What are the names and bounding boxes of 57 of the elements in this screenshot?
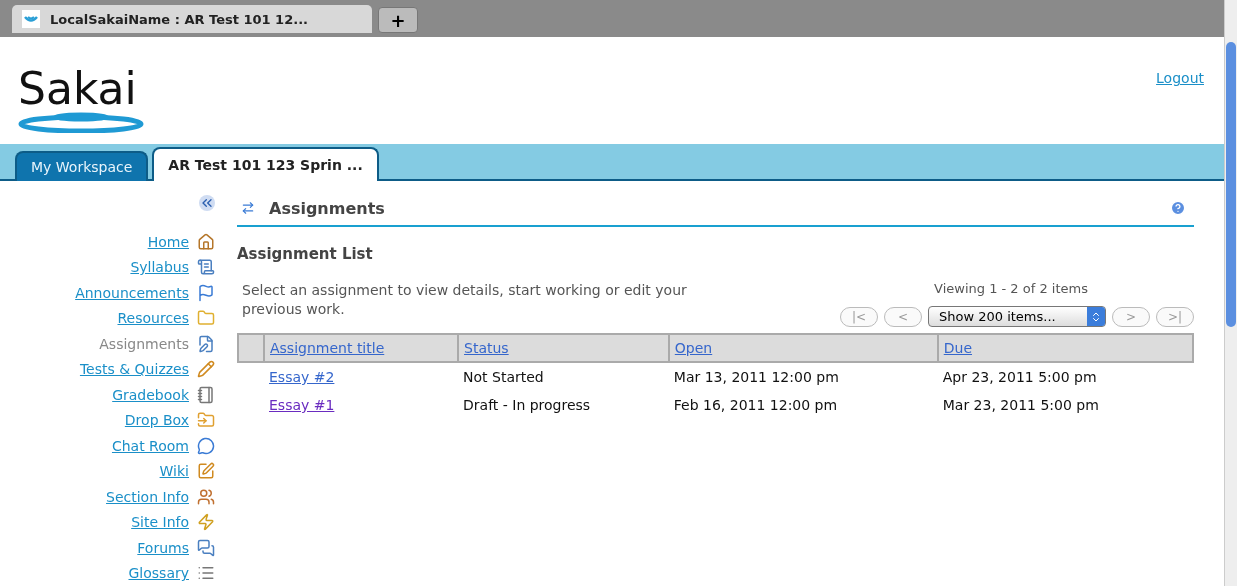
sidebar-link[interactable]: Tests & Quizzes xyxy=(79,356,189,382)
sidebar-link[interactable]: Drop Box xyxy=(124,407,189,433)
logo-icon xyxy=(22,10,40,29)
logout-link[interactable]: Logout xyxy=(1156,70,1204,144)
document-pencil-icon xyxy=(197,334,215,353)
previous-page-button[interactable]: < xyxy=(884,306,922,327)
tool-title: Assignments xyxy=(269,198,386,218)
sidebar-link[interactable]: Announcements xyxy=(75,280,189,306)
assignment-link[interactable]: Essay #2 xyxy=(269,369,335,385)
sidebar-link[interactable]: Wiki xyxy=(159,458,189,484)
table-cell: Mar 13, 2011 12:00 pm xyxy=(668,362,938,391)
column-header-link[interactable]: Open xyxy=(674,340,713,356)
site-tab[interactable]: AR Test 101 123 Sprin ... xyxy=(152,147,379,181)
ripple-icon xyxy=(18,111,144,134)
sidebar-link[interactable]: Glossary xyxy=(128,560,189,586)
instructions-text: Select an assignment to view details, start working or edit your previous work. xyxy=(242,281,688,319)
scrollbar[interactable] xyxy=(1224,0,1237,586)
sidebar-link[interactable]: Syllabus xyxy=(130,254,189,280)
logo-text: Sakai xyxy=(18,67,137,112)
last-page-button[interactable]: >| xyxy=(1156,306,1194,327)
column-header-link[interactable]: Due xyxy=(943,340,972,356)
new-tab-button[interactable]: + xyxy=(378,7,418,34)
list-title: Assignment List xyxy=(237,245,374,263)
sidebar-link[interactable]: Assignments xyxy=(99,331,189,357)
next-page-button[interactable]: > xyxy=(1112,306,1150,327)
house-icon xyxy=(197,232,215,251)
people-icon xyxy=(197,487,215,506)
sidebar-link[interactable]: Chat Room xyxy=(111,433,189,459)
scroll-icon xyxy=(197,258,215,277)
help-icon[interactable] xyxy=(1170,200,1186,216)
viewing-count: Viewing 1 - 2 of 2 items xyxy=(934,281,1088,296)
assignment-link[interactable]: Essay #1 xyxy=(269,397,335,413)
site-tab[interactable]: My Workspace xyxy=(15,151,149,181)
collapse-icon[interactable] xyxy=(199,195,215,211)
flag-icon xyxy=(197,283,215,302)
speech-bubbles-icon xyxy=(197,538,215,557)
table-cell: Not Started xyxy=(458,362,669,391)
browser-tab[interactable]: LocalSakaiName : AR Test 101 12... xyxy=(12,5,372,34)
swap-icon[interactable] xyxy=(241,201,255,215)
sidebar-link[interactable]: Home xyxy=(147,229,189,255)
pencil-icon xyxy=(197,360,215,379)
table-cell-text: Feb 16, 2011 12:00 pm xyxy=(672,396,839,415)
table-cell-text: Draft - In progress xyxy=(462,396,592,415)
notebook-icon xyxy=(197,385,215,404)
column-header-link[interactable]: Status xyxy=(464,340,509,356)
sidebar-link[interactable]: Forums xyxy=(137,535,189,561)
pencil-note-icon xyxy=(197,462,215,481)
folder-icon xyxy=(197,309,215,328)
sidebar-link[interactable]: Gradebook xyxy=(112,382,189,408)
sidebar-link[interactable]: Resources xyxy=(117,305,189,331)
table-cell-text: Mar 23, 2011 5:00 pm xyxy=(941,396,1100,415)
page-size-select[interactable]: Show 200 items... xyxy=(928,306,1106,327)
first-page-button[interactable]: |< xyxy=(840,306,878,327)
sidebar-link[interactable]: Site Info xyxy=(131,509,189,535)
table-cell: Apr 23, 2011 5:00 pm xyxy=(937,362,1193,391)
sidebar-link[interactable]: Section Info xyxy=(106,484,189,510)
up-down-arrows-icon xyxy=(1090,310,1102,323)
